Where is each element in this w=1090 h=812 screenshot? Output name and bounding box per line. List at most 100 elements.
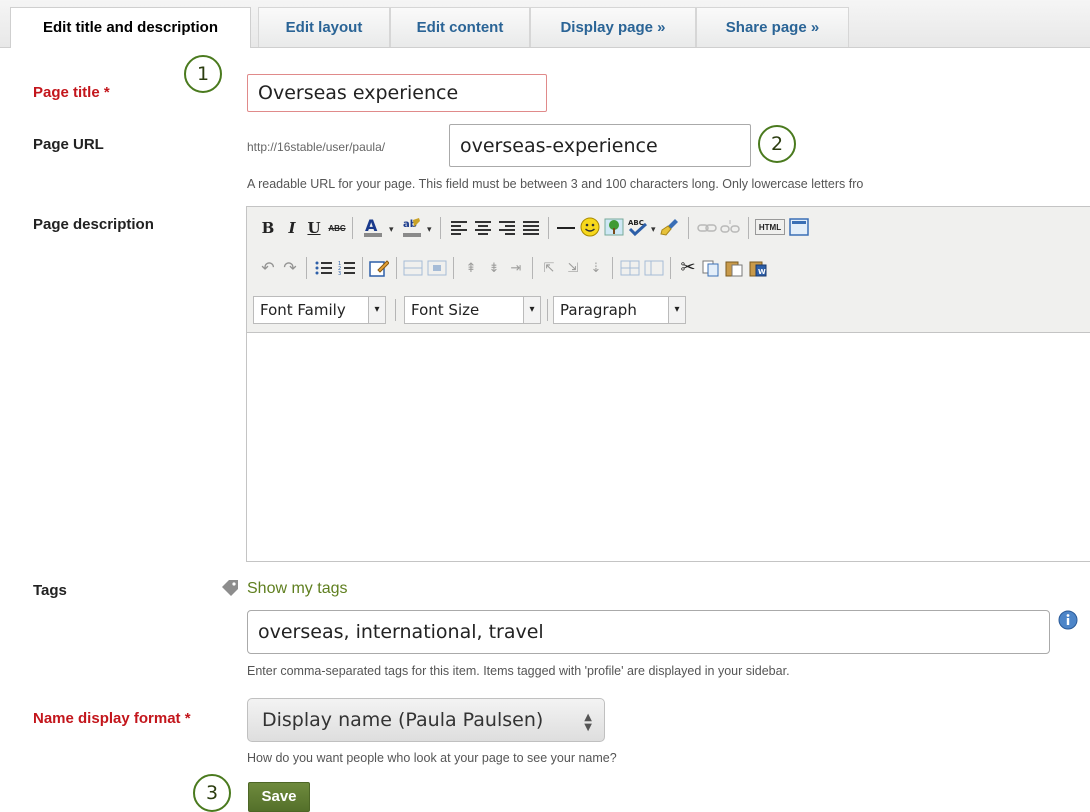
page-url-input[interactable]: overseas-experience [449, 124, 751, 167]
copy-button[interactable] [701, 258, 721, 278]
insert-row-before-button[interactable]: ⇞ [461, 258, 481, 278]
toolbar-separator [612, 257, 613, 279]
justify-icon [523, 221, 539, 235]
insert-col-before-button[interactable]: ⇱ [539, 258, 559, 278]
justify-button[interactable] [521, 218, 541, 238]
row-after-icon: ⇟ [488, 260, 500, 275]
bullet-list-icon [315, 261, 332, 275]
show-my-tags-link[interactable]: Show my tags [247, 580, 347, 598]
paste-button[interactable] [724, 258, 744, 278]
tab-bar: Edit title and description Edit layout E… [0, 0, 1090, 48]
unlink-button[interactable] [720, 218, 740, 238]
toolbar-separator [395, 299, 396, 321]
spellcheck-icon: ABC [628, 219, 647, 237]
merge-cells-icon [644, 260, 664, 276]
strikethrough-button[interactable]: ABC [327, 218, 347, 238]
tab-edit-layout[interactable]: Edit layout [258, 7, 390, 47]
align-right-button[interactable] [497, 218, 517, 238]
cut-button[interactable]: ✂ [678, 257, 698, 277]
edit-icon [369, 260, 389, 277]
page-title-label: Page title * [33, 84, 110, 101]
copy-icon [702, 260, 719, 277]
table-row-props-button[interactable] [403, 258, 423, 278]
text-color-icon: A [364, 216, 382, 237]
link-button[interactable] [697, 218, 717, 238]
chevron-down-icon: ▼ [584, 722, 592, 733]
html-source-button[interactable]: HTML [755, 219, 785, 235]
underline-button[interactable]: U [304, 218, 324, 238]
format-select[interactable]: Paragraph ▾ [553, 296, 686, 324]
delete-row-button[interactable]: ⇥ [506, 258, 526, 278]
split-cells-icon [620, 260, 640, 276]
fullscreen-icon [789, 218, 809, 236]
font-family-select[interactable]: Font Family ▾ [253, 296, 386, 324]
unlink-icon [720, 220, 740, 233]
toolbar-separator [532, 257, 533, 279]
horizontal-rule-icon [557, 227, 575, 229]
paste-word-button[interactable]: W [748, 258, 768, 278]
editor-content-area[interactable] [247, 332, 1090, 561]
bold-button[interactable]: B [258, 218, 278, 238]
toolbar-separator [453, 257, 454, 279]
callout-2: 2 [758, 125, 796, 163]
page-url-label: Page URL [33, 136, 104, 153]
smiley-button[interactable] [580, 217, 600, 237]
split-cells-button[interactable] [620, 258, 640, 278]
toolbar-separator [548, 217, 549, 239]
text-color-button[interactable]: A [361, 216, 385, 237]
chevron-down-icon: ▾ [668, 297, 685, 323]
tab-edit-content[interactable]: Edit content [390, 7, 530, 47]
name-display-format-label: Name display format * [33, 710, 191, 727]
font-family-value: Font Family [260, 301, 346, 319]
col-after-icon: ⇲ [567, 260, 579, 275]
align-right-icon [499, 221, 515, 235]
highlight-button[interactable]: ab [400, 217, 424, 237]
table-cell-icon [427, 260, 447, 276]
cleanup-button[interactable] [660, 217, 680, 237]
toolbar-separator [670, 257, 671, 279]
row-before-icon: ⇞ [465, 260, 477, 275]
redo-button[interactable]: ↷ [280, 258, 300, 278]
edit-table-button[interactable] [369, 258, 389, 278]
toolbar-separator [352, 217, 353, 239]
name-display-format-select[interactable]: Display name (Paula Paulsen) ▲ ▼ [247, 698, 605, 742]
delete-col-button[interactable]: ⇣ [586, 258, 606, 278]
fullscreen-button[interactable] [789, 217, 809, 237]
toolbar-separator [547, 299, 548, 321]
info-icon[interactable] [1058, 610, 1078, 635]
horizontal-rule-button[interactable] [556, 218, 576, 238]
image-button[interactable] [604, 217, 624, 237]
spellcheck-button[interactable]: ABC [627, 217, 647, 237]
insert-col-after-button[interactable]: ⇲ [563, 258, 583, 278]
spellcheck-dropdown[interactable]: ▾ [651, 224, 656, 235]
save-button[interactable]: Save [248, 782, 310, 812]
align-center-icon [475, 221, 491, 235]
table-cell-props-button[interactable] [427, 258, 447, 278]
cleanup-icon [660, 219, 678, 236]
tab-edit-title-description[interactable]: Edit title and description [10, 7, 251, 48]
tab-share-page[interactable]: Share page » [696, 7, 849, 47]
name-display-format-help: How do you want people who look at your … [247, 751, 617, 765]
numbered-list-button[interactable]: 123 [337, 258, 357, 278]
undo-icon: ↶ [261, 260, 275, 277]
toolbar-separator [362, 257, 363, 279]
page-title-input[interactable]: Overseas experience [247, 74, 547, 112]
insert-row-after-button[interactable]: ⇟ [484, 258, 504, 278]
tags-label: Tags [33, 582, 67, 599]
col-before-icon: ⇱ [543, 260, 555, 275]
highlight-dropdown[interactable]: ▾ [427, 224, 432, 235]
cut-icon: ✂ [680, 256, 696, 277]
undo-button[interactable]: ↶ [258, 258, 278, 278]
align-left-button[interactable] [449, 218, 469, 238]
merge-cells-button[interactable] [644, 258, 664, 278]
svg-text:3: 3 [338, 271, 341, 276]
tags-input[interactable]: overseas, international, travel [247, 610, 1050, 654]
tab-display-page[interactable]: Display page » [530, 7, 696, 47]
link-icon [697, 224, 717, 232]
italic-button[interactable]: I [282, 218, 302, 238]
text-color-dropdown[interactable]: ▾ [389, 224, 394, 235]
bullet-list-button[interactable] [314, 258, 334, 278]
font-size-select[interactable]: Font Size ▾ [404, 296, 541, 324]
toolbar-separator [440, 217, 441, 239]
align-center-button[interactable] [473, 218, 493, 238]
